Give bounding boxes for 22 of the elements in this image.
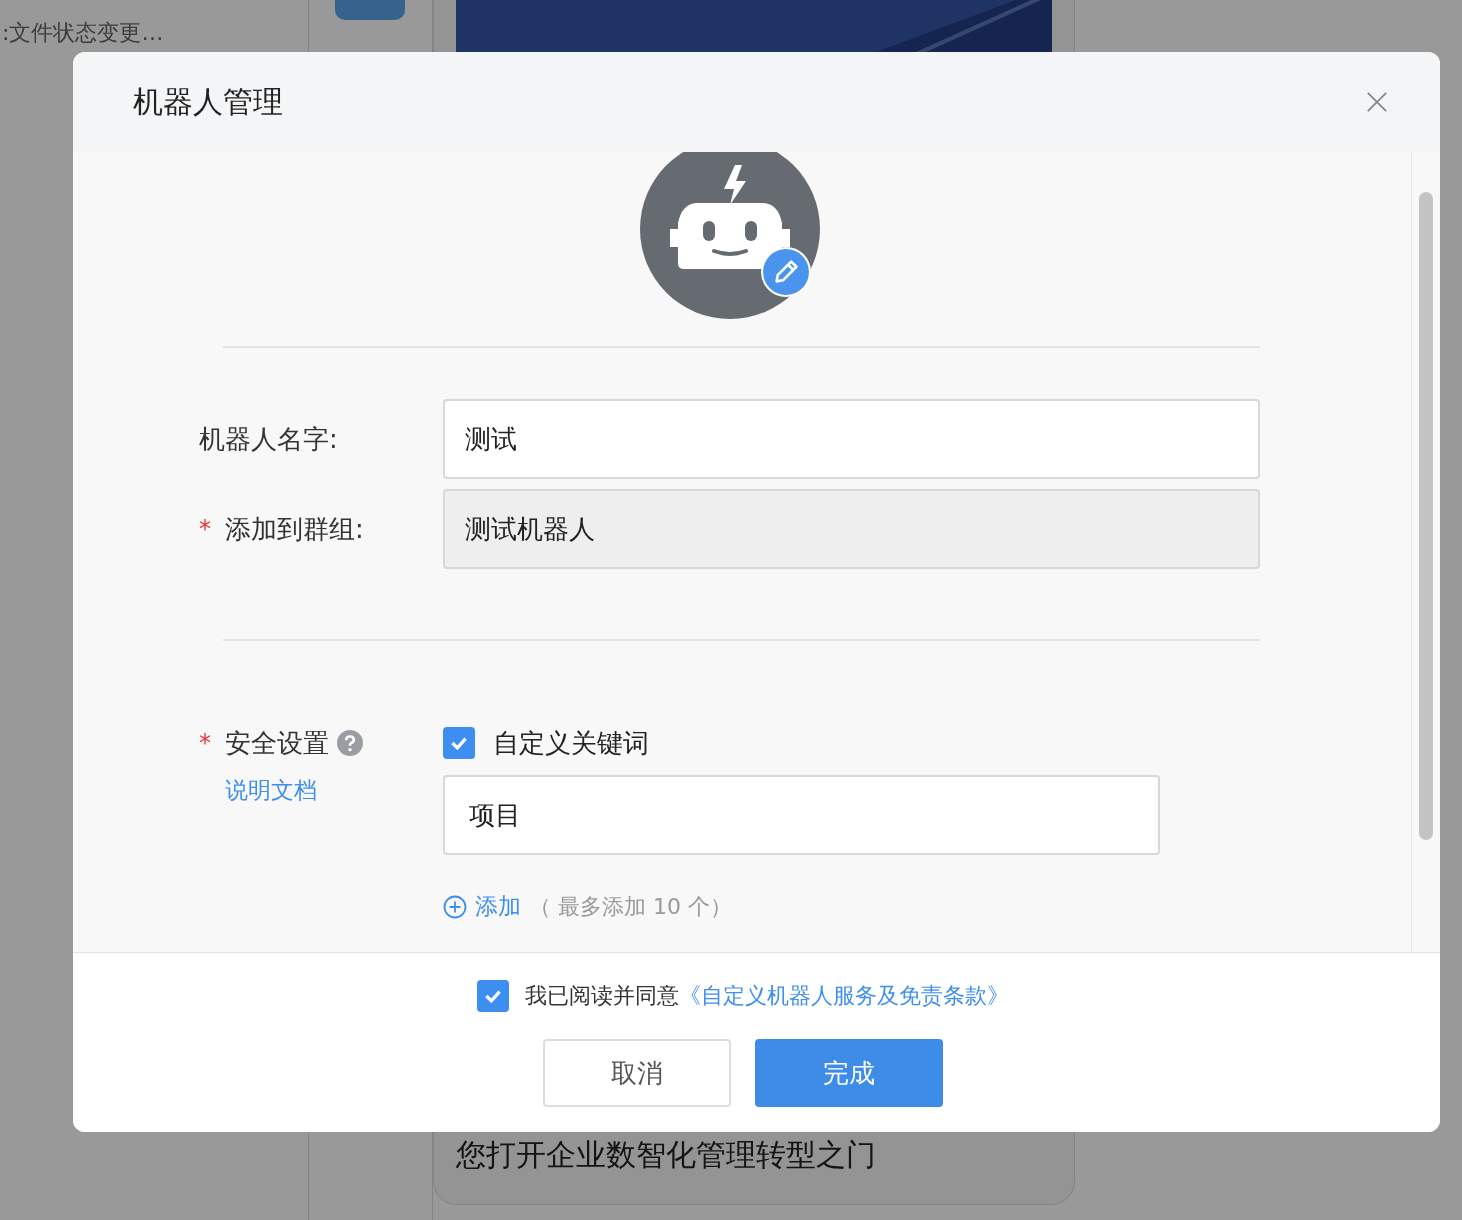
help-icon[interactable] [337,730,363,756]
checkbox[interactable] [443,727,475,759]
required-mark: * [199,729,212,757]
edit-icon[interactable] [760,247,811,297]
field-label: 安全设置 [225,726,329,760]
keyword-field[interactable]: 项目 [443,775,1160,855]
app-icon [335,0,405,20]
list-item-subtitle: :文件状态变更… [2,19,165,47]
checkbox-label: 自定义关键词 [493,726,649,760]
checkbox[interactable] [476,980,509,1012]
cancel-button[interactable]: 取消 [542,1039,731,1107]
add-limit-hint: （ 最多添加 10 个） [529,892,732,921]
required-mark: * [199,515,212,543]
close-icon[interactable] [1366,91,1388,113]
card-text: 您打开企业数智化管理转型之门 [455,1136,877,1174]
field-label: 机器人名字: [199,422,338,456]
field-label: 添加到群组: [225,512,364,546]
text-field[interactable]: 测试 [443,399,1260,479]
scrollbar-thumb[interactable] [1419,192,1433,840]
plus-icon [443,894,467,919]
dialog-title: 机器人管理 [133,82,283,121]
agreement-text: 我已阅读并同意 [524,982,679,1010]
